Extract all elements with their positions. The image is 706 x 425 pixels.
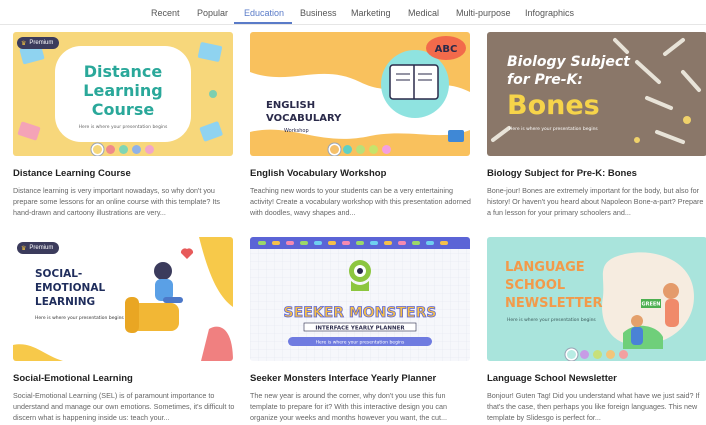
- thumb-caption: Here is where your presentation begins: [316, 340, 405, 346]
- template-card: ABC ENGLISH VOCABULARY Workshop English …: [250, 32, 471, 217]
- tab-multi-purpose[interactable]: Multi-purpose: [456, 8, 511, 18]
- active-tab-indicator: [234, 22, 292, 24]
- color-variant-swatches: [13, 142, 233, 156]
- swatch-blue[interactable]: [131, 144, 141, 154]
- thumb-title-line: LEARNING: [35, 296, 95, 308]
- tab-marketing[interactable]: Marketing: [351, 8, 391, 18]
- swatch-teal[interactable]: [342, 144, 352, 154]
- template-description: Bonjour! Guten Tag! Did you understand w…: [487, 391, 700, 423]
- swatch-red[interactable]: [105, 144, 115, 154]
- thumbnail-illustration: GREEN LANGUAGE SCHOOL NEWSLETTER Here is…: [487, 237, 706, 361]
- category-tabs: Recent Popular Education Business Market…: [0, 0, 706, 25]
- premium-badge: ♛ Premium: [17, 242, 60, 254]
- swatch-pink[interactable]: [381, 144, 391, 154]
- thumb-title-line: Distance: [84, 62, 163, 81]
- premium-badge: ♛ Premium: [17, 37, 60, 49]
- thumbnail-illustration: Biology Subject for Pre-K: Bones Here is…: [487, 32, 706, 156]
- thumb-title-line: for Pre-K:: [507, 72, 583, 88]
- color-variant-swatches: [250, 142, 470, 156]
- swatch-yellow[interactable]: [92, 144, 102, 154]
- swatch-lime[interactable]: [592, 349, 602, 359]
- premium-label: Premium: [29, 40, 54, 46]
- template-thumbnail[interactable]: ABC ENGLISH VOCABULARY Workshop: [250, 32, 470, 156]
- color-variant-swatches: [487, 347, 706, 361]
- swatch-lime[interactable]: [368, 144, 378, 154]
- thumb-subtitle: INTERFACE YEARLY PLANNER: [315, 326, 405, 332]
- thumb-subtitle: Here is where your presentation begins: [35, 315, 124, 321]
- thumb-sign-text: GREEN: [642, 302, 661, 308]
- thumb-title-line: VOCABULARY: [266, 113, 342, 124]
- thumb-abc-bubble: ABC: [435, 44, 458, 55]
- thumbnail-illustration: SOCIAL- EMOTIONAL LEARNING Here is where…: [13, 237, 233, 361]
- template-description: Distance learning is very important nowa…: [13, 186, 220, 218]
- thumb-title-line: EMOTIONAL: [35, 282, 105, 294]
- thumbnail-illustration: SEEKER MONSTERS INTERFACE YEARLY PLANNER…: [250, 237, 470, 361]
- tab-recent[interactable]: Recent: [151, 8, 180, 18]
- swatch-mint[interactable]: [566, 349, 576, 359]
- thumb-title-line: ENGLISH: [266, 100, 315, 111]
- thumb-title-line: Course: [92, 100, 155, 119]
- thumb-subtitle: Workshop: [284, 128, 309, 134]
- template-title[interactable]: Biology Subject for Pre-K: Bones: [487, 168, 637, 179]
- template-description: Bone-jour! Bones are extremely important…: [487, 186, 704, 218]
- swatch-green[interactable]: [118, 144, 128, 154]
- swatch-light-green[interactable]: [355, 144, 365, 154]
- crown-icon: ♛: [21, 40, 27, 47]
- thumb-title-line: Learning: [83, 81, 162, 100]
- thumb-title-line: Biology Subject: [507, 54, 631, 70]
- template-card: SEEKER MONSTERS INTERFACE YEARLY PLANNER…: [250, 237, 470, 422]
- premium-label: Premium: [29, 245, 54, 251]
- template-description: The new year is around the corner, why d…: [250, 391, 447, 423]
- thumb-subtitle: Here is where your presentation begins: [509, 126, 598, 132]
- tab-business[interactable]: Business: [300, 8, 337, 18]
- thumb-title-line: NEWSLETTER: [505, 296, 603, 311]
- template-thumbnail[interactable]: Biology Subject for Pre-K: Bones Here is…: [487, 32, 706, 156]
- tab-medical[interactable]: Medical: [408, 8, 439, 18]
- template-description: Social-Emotional Learning (SEL) is of pa…: [13, 391, 235, 423]
- template-thumbnail[interactable]: Distance Learning Course Here is where y…: [13, 32, 233, 156]
- tab-education[interactable]: Education: [244, 8, 284, 18]
- thumb-title-line: SOCIAL-: [35, 268, 82, 280]
- swatch-orange[interactable]: [329, 144, 339, 154]
- thumbnail-illustration: Distance Learning Course Here is where y…: [13, 32, 233, 156]
- template-title[interactable]: English Vocabulary Workshop: [250, 168, 386, 179]
- thumbnail-illustration: ABC ENGLISH VOCABULARY Workshop: [250, 32, 470, 156]
- swatch-pink[interactable]: [144, 144, 154, 154]
- template-title[interactable]: Seeker Monsters Interface Yearly Planner: [250, 373, 436, 384]
- thumb-subtitle: Here is where your presentation begins: [507, 317, 596, 323]
- crown-icon: ♛: [21, 245, 27, 252]
- tab-infographics[interactable]: Infographics: [525, 8, 574, 18]
- template-thumbnail[interactable]: SOCIAL- EMOTIONAL LEARNING Here is where…: [13, 237, 233, 361]
- template-title[interactable]: Social-Emotional Learning: [13, 373, 133, 384]
- thumb-title-line: LANGUAGE: [505, 260, 585, 275]
- thumb-title-line: SCHOOL: [505, 278, 565, 293]
- template-description: Teaching new words to your students can …: [250, 186, 471, 218]
- template-title[interactable]: Distance Learning Course: [13, 168, 131, 179]
- template-card: Distance Learning Course Here is where y…: [13, 32, 233, 217]
- swatch-purple[interactable]: [579, 349, 589, 359]
- thumb-title-line: Bones: [507, 90, 600, 121]
- template-title[interactable]: Language School Newsletter: [487, 373, 617, 384]
- template-card: SOCIAL- EMOTIONAL LEARNING Here is where…: [13, 237, 234, 422]
- thumb-title-line: SEEKER MONSTERS: [284, 305, 437, 321]
- swatch-orange[interactable]: [605, 349, 615, 359]
- template-card: GREEN LANGUAGE SCHOOL NEWSLETTER Here is…: [487, 237, 706, 422]
- template-thumbnail[interactable]: GREEN LANGUAGE SCHOOL NEWSLETTER Here is…: [487, 237, 706, 361]
- thumb-subtitle: Here is where your presentation begins: [79, 124, 168, 130]
- template-card: Biology Subject for Pre-K: Bones Here is…: [487, 32, 706, 217]
- tab-popular[interactable]: Popular: [197, 8, 228, 18]
- template-thumbnail[interactable]: SEEKER MONSTERS INTERFACE YEARLY PLANNER…: [250, 237, 470, 361]
- swatch-coral[interactable]: [618, 349, 628, 359]
